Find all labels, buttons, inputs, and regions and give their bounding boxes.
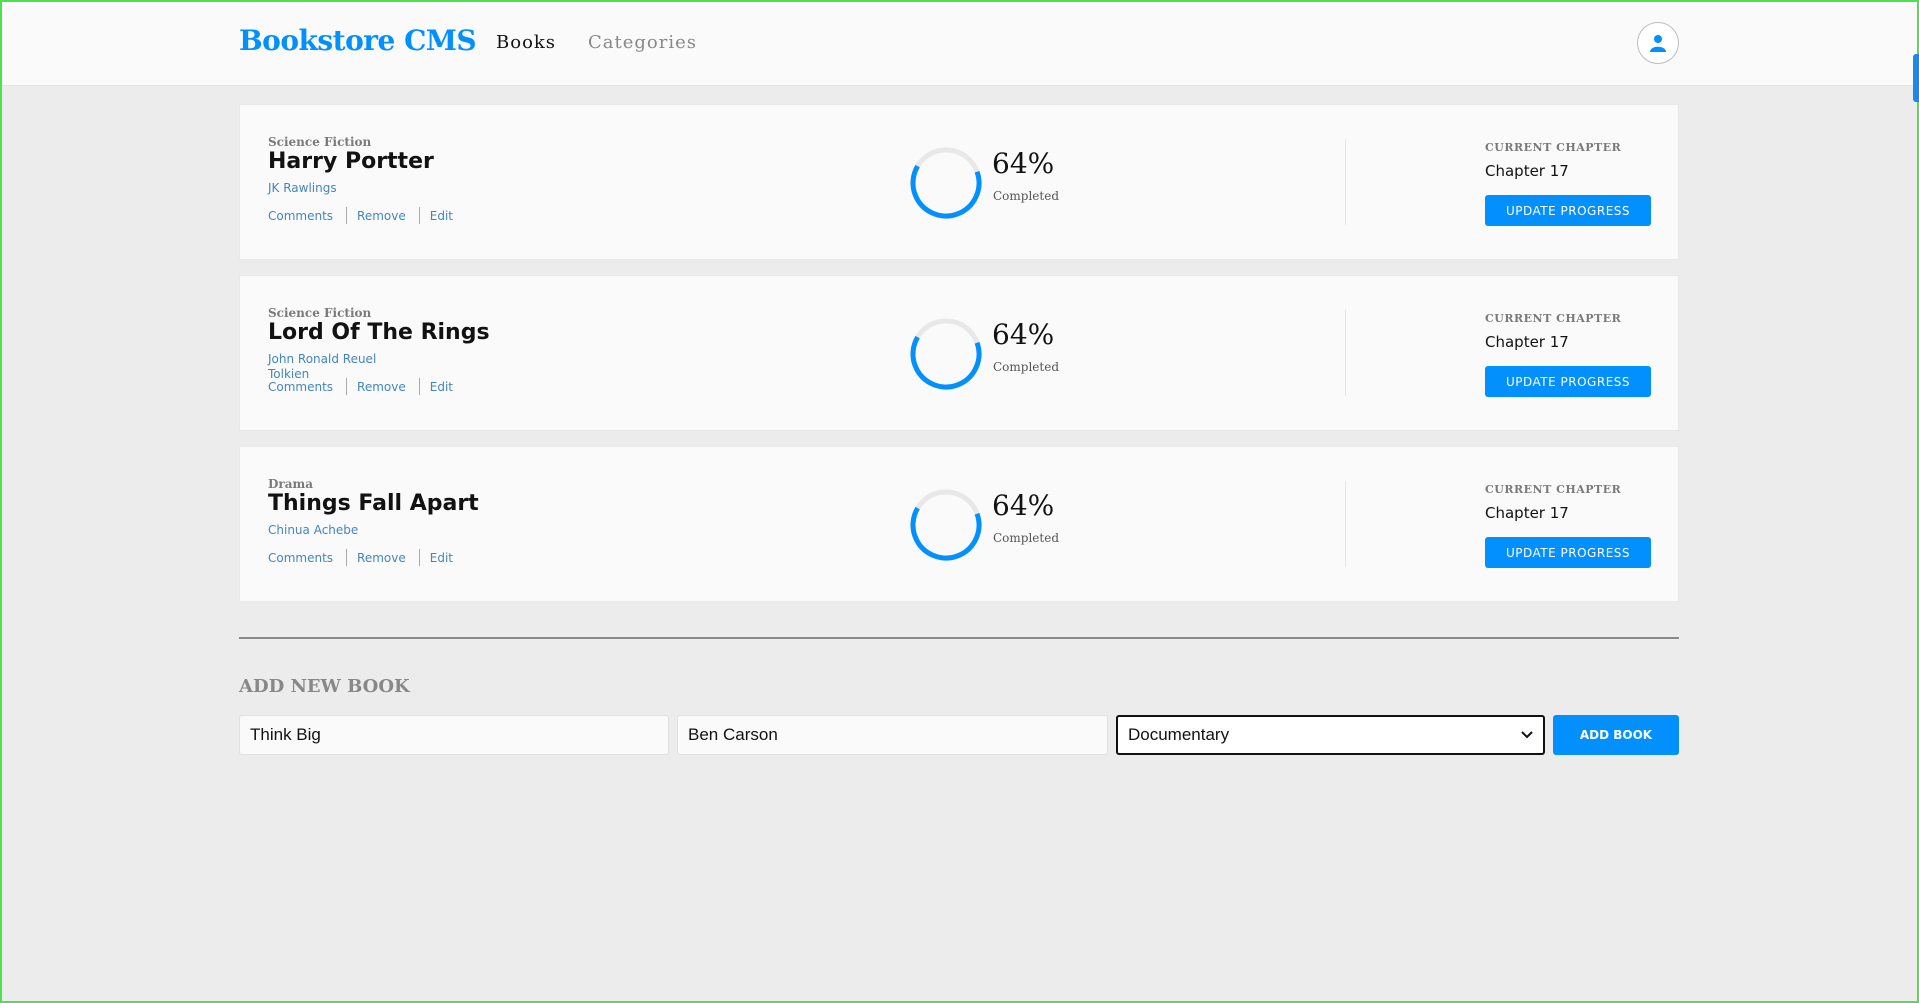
edit-button[interactable]: Edit (430, 551, 453, 565)
current-chapter-label: CURRENT CHAPTER (1485, 312, 1622, 325)
comments-button[interactable]: Comments (268, 380, 333, 394)
action-divider (346, 378, 348, 395)
book-actions: Comments Remove Edit (268, 207, 453, 224)
brand-logo[interactable]: Bookstore CMS (239, 24, 477, 57)
book-author[interactable]: JK Rawlings (268, 181, 378, 196)
progress-percent: 64% (992, 489, 1055, 522)
action-divider (346, 549, 348, 566)
site-header: Bookstore CMS Books Categories (0, 0, 1919, 86)
action-divider (418, 207, 420, 224)
update-progress-button[interactable]: UPDATE PROGRESS (1485, 537, 1651, 568)
category-select-value: Documentary (1128, 725, 1230, 744)
current-chapter-value: Chapter 17 (1485, 333, 1569, 351)
book-genre: Science Fiction (268, 135, 372, 149)
update-progress-button[interactable]: UPDATE PROGRESS (1485, 366, 1651, 397)
add-book-button[interactable]: ADD BOOK (1553, 715, 1679, 755)
completed-label: Completed (993, 360, 1060, 374)
book-actions: Comments Remove Edit (268, 378, 453, 395)
section-divider (239, 637, 1679, 639)
current-chapter-label: CURRENT CHAPTER (1485, 483, 1622, 496)
book-card: Science Fiction Lord Of The Rings John R… (239, 275, 1679, 431)
completed-label: Completed (993, 189, 1060, 203)
book-title-input-value: Think Big (250, 725, 321, 744)
user-icon (1650, 35, 1666, 52)
card-divider (1345, 310, 1346, 396)
progress-percent: 64% (992, 147, 1055, 180)
category-select[interactable]: Documentary (1116, 715, 1545, 755)
progress-ring (910, 489, 982, 561)
current-chapter-value: Chapter 17 (1485, 504, 1569, 522)
book-actions: Comments Remove Edit (268, 549, 453, 566)
book-author-input-value: Ben Carson (688, 725, 778, 744)
current-chapter-label: CURRENT CHAPTER (1485, 141, 1622, 154)
book-card: Drama Things Fall Apart Chinua Achebe Co… (239, 446, 1679, 602)
user-avatar-button[interactable] (1637, 22, 1679, 64)
book-genre: Drama (268, 477, 313, 491)
update-progress-button[interactable]: UPDATE PROGRESS (1485, 195, 1651, 226)
card-divider (1345, 139, 1346, 225)
remove-button[interactable]: Remove (357, 209, 406, 223)
book-author-input[interactable]: Ben Carson (677, 715, 1108, 755)
comments-button[interactable]: Comments (268, 551, 333, 565)
book-card: Science Fiction Harry Portter JK Rawling… (239, 104, 1679, 260)
book-title: Lord Of The Rings (268, 320, 490, 345)
edit-button[interactable]: Edit (430, 209, 453, 223)
book-title: Things Fall Apart (268, 491, 479, 516)
action-divider (418, 378, 420, 395)
nav-categories-link[interactable]: Categories (588, 32, 697, 53)
progress-ring (910, 147, 982, 219)
completed-label: Completed (993, 531, 1060, 545)
current-chapter-value: Chapter 17 (1485, 162, 1569, 180)
remove-button[interactable]: Remove (357, 551, 406, 565)
nav-books-link[interactable]: Books (496, 32, 556, 53)
add-book-heading: ADD NEW BOOK (239, 676, 410, 697)
book-title-input[interactable]: Think Big (239, 715, 669, 755)
progress-ring (910, 318, 982, 390)
action-divider (346, 207, 348, 224)
book-author[interactable]: Chinua Achebe (268, 523, 378, 538)
progress-percent: 64% (992, 318, 1055, 351)
action-divider (418, 549, 420, 566)
book-genre: Science Fiction (268, 306, 372, 320)
comments-button[interactable]: Comments (268, 209, 333, 223)
edit-button[interactable]: Edit (430, 380, 453, 394)
scrollbar-thumb[interactable] (1913, 54, 1919, 102)
book-title: Harry Portter (268, 149, 434, 174)
remove-button[interactable]: Remove (357, 380, 406, 394)
card-divider (1345, 481, 1346, 567)
chevron-down-icon (1521, 731, 1533, 739)
